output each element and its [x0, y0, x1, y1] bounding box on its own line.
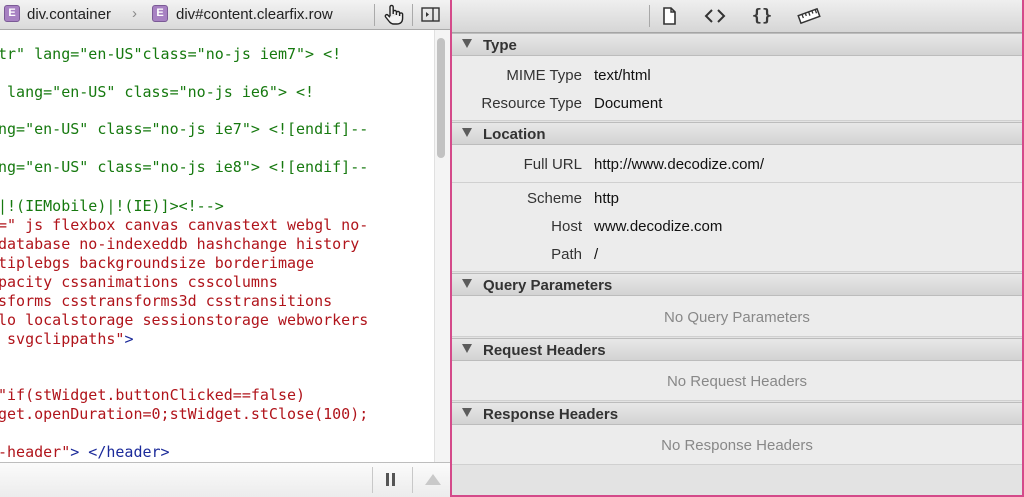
resource-type-label: Resource Type — [481, 95, 582, 112]
full-url-label: Full URL — [523, 156, 582, 173]
element-badge-icon: E — [4, 5, 20, 22]
code-token: get.openDuration=0;stWidget.stClose(100)… — [0, 405, 369, 423]
pause-icon[interactable] — [384, 473, 398, 487]
disclosure-triangle-icon[interactable] — [462, 279, 472, 288]
code-line: tiplebgs backgroundsize borderimage — [0, 254, 314, 272]
code-line: sforms csstransforms3d csstransitions — [0, 292, 332, 310]
code-token: -header" — [0, 443, 71, 461]
sidebar-toggle-icon[interactable] — [420, 6, 442, 24]
code-token: |!(IEMobile)|!(IE)]><!--> — [0, 197, 224, 215]
code-token: ng="en-US" class="no-js ie8"> <![endif]-… — [0, 158, 369, 176]
code-line: get.openDuration=0;stWidget.stClose(100)… — [0, 405, 368, 423]
code-line: pacity cssanimations csscolumns — [0, 273, 278, 291]
disclosure-triangle-icon[interactable] — [462, 344, 472, 353]
path-label: Path — [551, 246, 582, 263]
code-line: database no-indexeddb hashchange history — [0, 235, 359, 253]
empty-message: No Query Parameters — [664, 309, 810, 326]
element-badge-icon: E — [152, 5, 168, 22]
code-token: sforms csstransforms3d csstransitions — [0, 292, 333, 310]
code-token: =" js flexbox canvas canvastext webgl no… — [0, 216, 369, 234]
section-title: Location — [483, 126, 546, 143]
code-token: tiplebgs backgroundsize borderimage — [0, 254, 315, 272]
code-line: svgclippaths"> — [0, 330, 133, 348]
source-bottom-toolbar — [0, 462, 450, 497]
full-url-value[interactable]: http://www.decodize.com/ — [594, 156, 764, 173]
scheme-value: http — [594, 190, 620, 207]
breadcrumb-item-container[interactable]: div.container — [27, 6, 111, 23]
code-token: ng="en-US" class="no-js ie7"> <![endif]-… — [0, 120, 369, 138]
response-headers-section-body: No Response Headers — [452, 425, 1022, 465]
section-title: Query Parameters — [483, 277, 613, 294]
disclosure-triangle-icon[interactable] — [462, 39, 472, 48]
toolbar-divider — [372, 467, 373, 493]
code-brackets-icon[interactable] — [702, 5, 728, 27]
code-token: lo localstorage sessionstorage webworker… — [0, 311, 369, 329]
code-line: ng="en-US" class="no-js ie7"> <![endif]-… — [0, 120, 368, 138]
scheme-label: Scheme — [526, 190, 582, 207]
toolbar-divider — [649, 5, 650, 27]
code-token: > </header> — [70, 443, 170, 461]
mime-type-label: MIME Type — [506, 67, 582, 84]
triangle-up-icon[interactable] — [425, 474, 441, 485]
host-label: Host — [551, 218, 582, 235]
resource-type-value: Document — [594, 95, 663, 112]
code-line: =" js flexbox canvas canvastext webgl no… — [0, 216, 368, 234]
code-token: pacity cssanimations csscolumns — [0, 273, 278, 291]
scrollbar-thumb[interactable] — [437, 38, 445, 158]
code-token: database no-indexeddb hashchange history — [0, 235, 360, 253]
curly-braces-icon[interactable]: {} — [749, 5, 775, 27]
empty-message: No Response Headers — [661, 437, 813, 454]
host-value: www.decodize.com — [594, 218, 723, 235]
resource-details-sidebar: {} Type MIME Type text/html Resource Typ… — [452, 0, 1024, 497]
mime-type-value: text/html — [594, 67, 651, 84]
dom-source-pane: › E div.container › E div#content.clearf… — [0, 0, 450, 497]
code-line: tr" lang="en-US"class="no-js iem7"> <! — [0, 45, 341, 63]
disclosure-triangle-icon[interactable] — [462, 408, 472, 417]
code-line: lo localstorage sessionstorage webworker… — [0, 311, 368, 329]
document-icon[interactable] — [656, 5, 682, 27]
disclosure-triangle-icon[interactable] — [462, 128, 472, 137]
empty-message: No Request Headers — [666, 373, 808, 390]
ruler-icon[interactable] — [796, 5, 822, 27]
code-token: lang="en-US" class="no-js ie6"> <! — [0, 83, 315, 101]
code-line: ng="en-US" class="no-js ie8"> <![endif]-… — [0, 158, 368, 176]
hand-pointer-icon[interactable] — [380, 4, 406, 26]
location-section-header[interactable]: Location — [452, 122, 1022, 145]
code-token: tr" lang="en-US"class="no-js iem7"> <! — [0, 45, 342, 63]
toolbar-divider — [412, 4, 413, 26]
section-title: Response Headers — [483, 406, 619, 423]
code-line: "if(stWidget.buttonClicked==false) — [0, 386, 305, 404]
code-token: "if(stWidget.buttonClicked==false) — [0, 386, 306, 404]
breadcrumb: › E div.container › E div#content.clearf… — [0, 0, 450, 30]
code-token: > — [124, 330, 134, 348]
code-line: lang="en-US" class="no-js ie6"> <! — [0, 83, 314, 101]
toolbar-divider — [374, 4, 375, 26]
request-headers-section-header[interactable]: Request Headers — [452, 338, 1022, 361]
chevron-right-icon: › — [132, 5, 137, 22]
toolbar-divider — [412, 467, 413, 493]
row-divider — [452, 182, 1022, 183]
request-headers-section-body: No Request Headers — [452, 361, 1022, 401]
sidebar-toolbar: {} — [452, 0, 1022, 33]
section-title: Request Headers — [483, 342, 606, 359]
query-parameters-section-body: No Query Parameters — [452, 296, 1022, 337]
section-title: Type — [483, 37, 517, 54]
query-parameters-section-header[interactable]: Query Parameters — [452, 273, 1022, 296]
response-headers-section-header[interactable]: Response Headers — [452, 402, 1022, 425]
location-section-body: Full URL http://www.decodize.com/ Scheme… — [452, 145, 1022, 272]
path-value: / — [594, 246, 599, 263]
breadcrumb-item-content[interactable]: div#content.clearfix.row — [176, 6, 333, 23]
source-code-view[interactable]: tr" lang="en-US"class="no-js iem7"> <! l… — [0, 30, 436, 462]
type-section-header[interactable]: Type — [452, 33, 1022, 56]
type-section-body: MIME Type text/html Resource Type Docume… — [452, 56, 1022, 121]
code-line: -header"> </header> — [0, 443, 170, 461]
code-line: |!(IEMobile)|!(IE)]><!--> — [0, 197, 224, 215]
code-token: svgclippaths" — [0, 330, 125, 348]
